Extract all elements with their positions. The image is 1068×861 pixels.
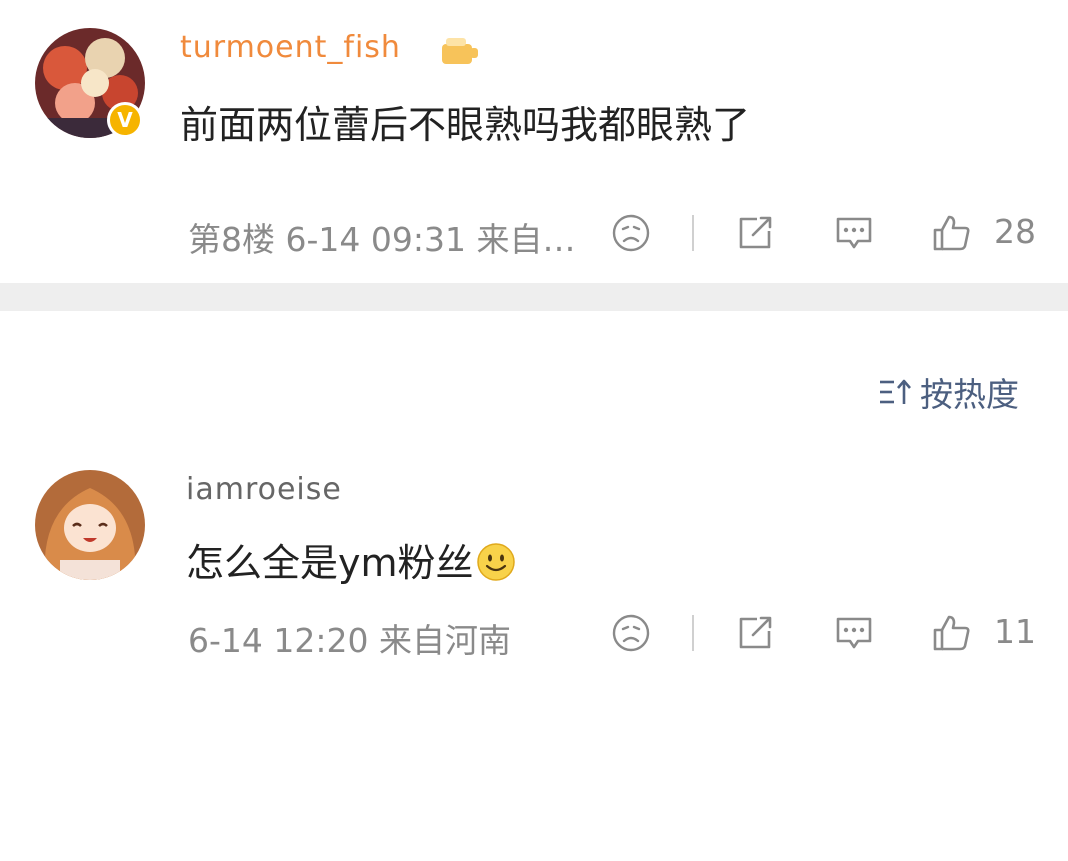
comment-text: 前面两位蕾后不眼熟吗我都眼熟了 (180, 103, 751, 147)
verified-badge-icon: V (107, 102, 143, 138)
like-count: 11 (994, 612, 1036, 651)
avatar[interactable] (35, 470, 145, 580)
smile-emoji-icon (476, 542, 515, 581)
comment-button[interactable] (830, 208, 878, 258)
comment-bubble-icon (836, 617, 872, 649)
thumbs-up-icon (933, 215, 970, 251)
share-button[interactable] (733, 608, 777, 658)
section-divider (0, 283, 1068, 311)
share-icon (739, 616, 772, 649)
comment-text: 怎么全是ym粉丝 (186, 532, 516, 587)
username[interactable]: iamroeise (186, 472, 342, 506)
comment-actions: 11 (0, 608, 1068, 658)
thumbs-up-icon (933, 615, 970, 651)
sad-face-icon (612, 214, 650, 252)
comment-text-content: 怎么全是ym粉丝 (186, 541, 474, 585)
sort-by-hot-button[interactable]: 按热度 (878, 368, 1019, 416)
like-button[interactable] (930, 208, 974, 258)
like-count: 28 (994, 212, 1036, 251)
share-button[interactable] (733, 208, 777, 258)
like-button[interactable] (930, 608, 974, 658)
comment-actions: 28 (0, 208, 1068, 258)
dislike-button[interactable] (609, 208, 653, 258)
share-icon (739, 216, 772, 249)
sad-face-icon (612, 614, 650, 652)
sort-label: 按热度 (920, 375, 1019, 414)
comment-bubble-icon (836, 217, 872, 249)
sort-icon (880, 379, 911, 404)
separator (691, 608, 695, 658)
comment-item: V turmoent_fish 前面两位蕾后不眼熟吗我都眼熟了 第8楼 6-14… (0, 0, 1068, 283)
badge-icon (442, 38, 478, 64)
comment-button[interactable] (830, 608, 878, 658)
separator (691, 208, 695, 258)
comment-item: iamroeise 怎么全是ym粉丝 6-14 12:20 来自河南 11 (0, 440, 1068, 680)
dislike-button[interactable] (609, 608, 653, 658)
username[interactable]: turmoent_fish (180, 30, 401, 64)
